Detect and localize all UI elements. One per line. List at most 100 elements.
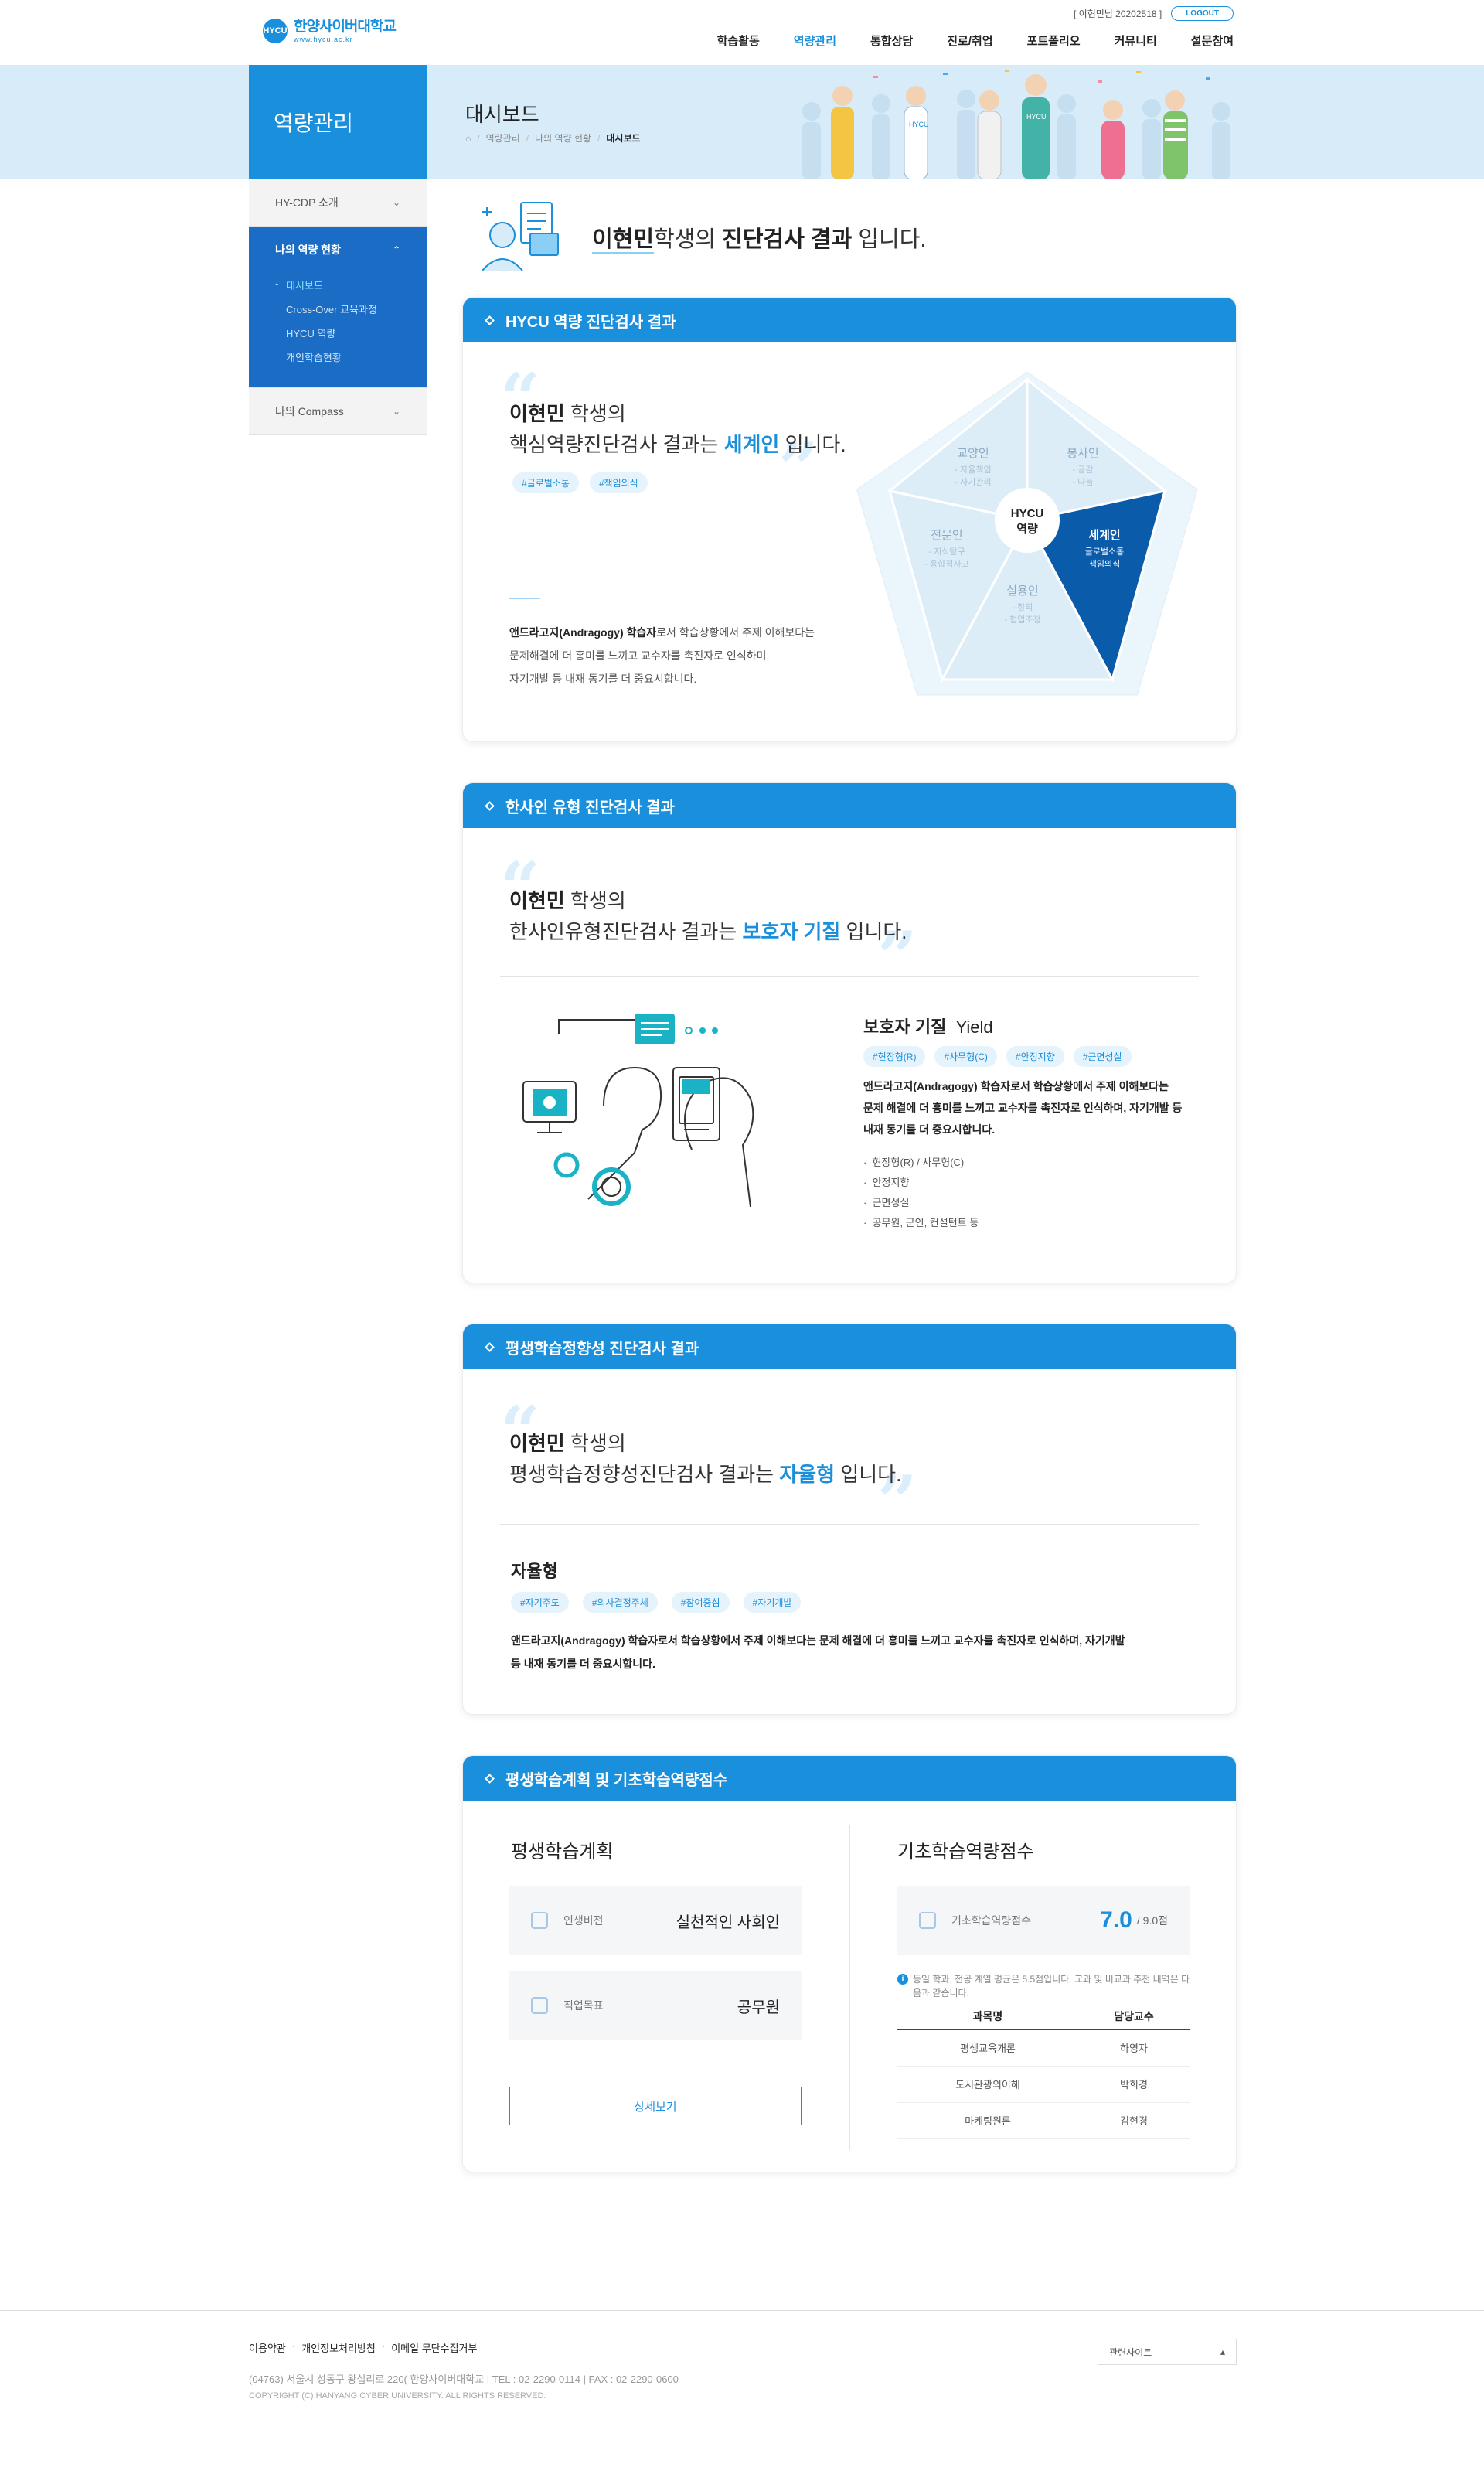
tag: #책임의식 <box>589 472 648 493</box>
side-nav: HY-CDP 소개 ⌄ 나의 역량 현황 ⌃ 대시보드 Cross-Over 교… <box>249 179 427 435</box>
breadcrumb-current: 대시보드 <box>606 133 641 144</box>
detail-button[interactable]: 상세보기 <box>509 2087 802 2125</box>
chevron-down-icon: ⌄ <box>392 406 400 417</box>
briefcase-icon <box>531 1997 548 2014</box>
result-prefix: 평생학습정향성진단검사 결과는 <box>509 1463 780 1486</box>
footer-link-email[interactable]: 이메일 무단수집거부 <box>391 2340 477 2355</box>
section-title: 역량관리 <box>249 65 427 179</box>
card-title: HYCU 역량 진단검사 결과 <box>505 313 676 331</box>
intro: 이현민학생의 진단검사 결과 입니다. <box>462 179 1237 297</box>
gnb-item-community[interactable]: 커뮤니티 <box>1098 32 1174 49</box>
diamond-icon <box>485 1341 495 1352</box>
gnb-item-activities[interactable]: 학습활동 <box>700 32 777 49</box>
bullet-text: 공무원, 군인, 컨설턴트 등 <box>872 1217 979 1228</box>
diamond-icon <box>485 315 495 325</box>
home-icon[interactable]: ⌂ <box>465 133 471 144</box>
gnb-item-counseling[interactable]: 통합상담 <box>853 32 930 49</box>
footer-link-terms[interactable]: 이용약관 <box>249 2340 286 2355</box>
notice-text: 동일 학과, 전공 계열 평균은 5.5점입니다. 교과 및 비교과 추천 내역… <box>913 1974 1190 1999</box>
plan-title: 평생학습계획 <box>511 1842 614 1862</box>
lnb-group-compass[interactable]: 나의 Compass ⌄ <box>249 388 427 435</box>
segment-title: 전문인 <box>931 529 962 542</box>
plan-label: 인생비전 <box>563 1914 604 1927</box>
desc-line: 앤드라고지(Andragogy) 학습자로서 학습상황에서 주제 이해보다는 <box>863 1080 1169 1092</box>
type-title: 보호자 기질 Yield <box>863 1014 993 1038</box>
svg-text:HYCU: HYCU <box>1026 113 1047 121</box>
footer: 이용약관 · 개인정보처리방침 · 이메일 무단수집거부 (04763) 서울시… <box>0 2310 1484 2474</box>
breadcrumb-item[interactable]: 역량관리 <box>486 131 520 145</box>
student-name: 이현민 <box>509 402 565 425</box>
breadcrumb-item[interactable]: 나의 역량 현황 <box>535 131 591 145</box>
course-name: 마케팅원론 <box>897 2102 1078 2139</box>
lnb-sub-item-dashboard[interactable]: 대시보드 <box>275 273 400 297</box>
lnb-sub-item-personal[interactable]: 개인학습현황 <box>275 345 400 369</box>
logo-url: www.hycu.ac.kr <box>294 36 353 43</box>
badge-icon <box>531 1912 548 1929</box>
plan-row-vision: 인생비전 실천적인 사회인 <box>509 1886 802 1955</box>
bullet-item: · 근면성실 <box>863 1197 910 1208</box>
tag: #안정지향 <box>1006 1046 1064 1067</box>
score-value: 7.0 <box>1100 1907 1132 1933</box>
plan-label: 직업목표 <box>563 1999 604 2012</box>
tag: #근면성실 <box>1073 1046 1132 1067</box>
name-suffix: 학생의 <box>564 889 626 912</box>
plan-value: 공무원 <box>737 1999 780 2016</box>
segment-item: 책임의식 <box>1089 559 1120 569</box>
learning-plan-card: 평생학습계획 및 기초학습역량점수 평생학습계획 인생비전 실천적인 사회인 직… <box>462 1755 1237 2172</box>
tag: #참여중심 <box>671 1592 730 1613</box>
hansain-type-card: 한사인 유형 진단검사 결과 “ ” 이현민 학생의 한사인유형진단검사 결과는… <box>462 782 1237 1283</box>
divider <box>509 598 540 599</box>
type-english: Yield <box>955 1017 993 1037</box>
bullet-item: · 안정지향 <box>863 1177 910 1188</box>
desc-line: 등 내재 동기를 더 중요시합니다. <box>511 1658 655 1670</box>
bullet-item: · 공무원, 군인, 컨설턴트 등 <box>863 1217 979 1228</box>
logo-name: 한양사이버대학교 <box>294 19 397 35</box>
professor-name: 박희경 <box>1077 2066 1190 2103</box>
gnb-item-career[interactable]: 진로/취업 <box>930 32 1009 49</box>
lnb-group-my-competency[interactable]: 나의 역량 현황 ⌃ 대시보드 Cross-Over 교육과정 HYCU 역량 … <box>249 227 427 388</box>
desc-line: 자기개발 등 내재 동기를 더 중요시합니다. <box>509 673 697 685</box>
segment-item: - 창의 <box>1013 602 1033 612</box>
lnb-sub-item-crossover[interactable]: Cross-Over 교육과정 <box>275 297 400 321</box>
divider <box>500 976 1199 977</box>
bullet-text: 현장형(R) / 사무형(C) <box>872 1157 965 1168</box>
result-suffix: 입니다. <box>840 920 907 943</box>
user-bar: [ 이현민님 20202518 ] LOGOUT <box>1074 6 1234 21</box>
type-bullets: · 현장형(R) / 사무형(C) · 안정지향 · 근면성실 · 공무원, 군… <box>863 1153 979 1233</box>
lnb-label: 나의 역량 현황 <box>275 244 342 256</box>
user-info: [ 이현민님 20202518 ] <box>1073 9 1162 19</box>
result-suffix: 입니다. <box>835 1463 902 1486</box>
lnb-sub-item-hycu[interactable]: HYCU 역량 <box>275 321 400 345</box>
segment-item: - 협업조정 <box>1004 615 1040 625</box>
family-site-select[interactable]: 관련사이트 ▴ <box>1098 2339 1237 2365</box>
segment-item: - 공감 <box>1073 465 1094 475</box>
logo-mark: HYCU <box>263 19 288 43</box>
result-prefix: 한사인유형진단검사 결과는 <box>509 920 743 943</box>
plan-value: 실천적인 사회인 <box>676 1913 780 1931</box>
footer-address: (04763) 서울시 성동구 왕십리로 220( 한양사이버대학교 | TEL… <box>249 2373 679 2385</box>
logo[interactable]: HYCU 한양사이버대학교 www.hycu.ac.kr <box>263 19 397 43</box>
plan-row-job: 직업목표 공무원 <box>509 1971 802 2040</box>
logout-button[interactable]: LOGOUT <box>1171 6 1234 21</box>
hycu-competency-card: HYCU 역량 진단검사 결과 “ ” 이현민 학생의 핵심역량진단검사 결과는… <box>462 297 1237 742</box>
gnb-item-survey[interactable]: 설문참여 <box>1174 32 1234 49</box>
column-header: 과목명 <box>897 2003 1078 2030</box>
svg-text:HYCU: HYCU <box>909 121 929 128</box>
lnb-group-cdp[interactable]: HY-CDP 소개 ⌄ <box>249 179 427 227</box>
footer-links: 이용약관 · 개인정보처리방침 · 이메일 무단수집거부 <box>249 2340 478 2355</box>
gnb-item-competency[interactable]: 역량관리 <box>777 32 853 49</box>
card-title: 평생학습계획 및 기초학습역량점수 <box>505 1771 728 1789</box>
consulting-illustration <box>522 1014 754 1208</box>
type-title: 자율형 <box>511 1562 558 1581</box>
footer-link-privacy[interactable]: 개인정보처리방침 <box>301 2340 376 2355</box>
diamond-icon <box>485 1773 495 1784</box>
tag: #의사결정주체 <box>582 1592 658 1613</box>
score-label: 기초학습역량점수 <box>951 1914 1032 1927</box>
column-divider <box>849 1825 850 2150</box>
result-highlight: 자율형 <box>779 1463 836 1486</box>
result-suffix: 입니다. <box>779 433 846 456</box>
pentagon-center: HYCU <box>1011 507 1044 520</box>
competency-pentagon: HYCU 역량 교양인 - 자율책임 - 자기관리 봉사인 - 공감 - 나눔 … <box>856 371 1198 696</box>
table-row: 마케팅원론 김현경 <box>897 2102 1190 2139</box>
gnb-item-portfolio[interactable]: 포트폴리오 <box>1010 32 1098 49</box>
